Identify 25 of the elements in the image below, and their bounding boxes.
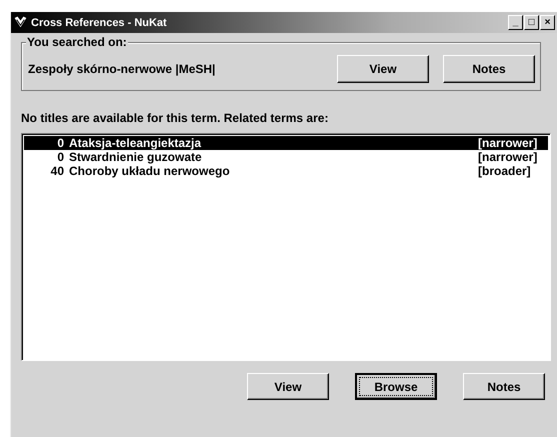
maximize-button[interactable]: □ [524, 15, 539, 30]
action-button[interactable]: View [337, 55, 429, 83]
relation-text: [narrower] [478, 136, 538, 150]
term-row[interactable]: 0 Stwardnienie guzowate [narrower] [24, 150, 548, 164]
searched-term: Zespoły skórno-nerwowe |MeSH| [28, 62, 216, 76]
action-button[interactable]: Notes [443, 55, 535, 83]
term-text: Stwardnienie guzowate [69, 150, 203, 164]
relation-text: [broader] [478, 164, 532, 178]
count-text: 0 [56, 150, 65, 164]
action-button[interactable]: Notes [463, 373, 545, 400]
window-title: Cross References - NuKat [31, 16, 167, 28]
term-row[interactable]: 40 Choroby układu nerwowego [broader] [24, 164, 548, 178]
count-text: 40 [50, 164, 65, 178]
minimize-button[interactable]: _ [508, 15, 523, 30]
close-button[interactable]: × [540, 15, 555, 30]
action-button[interactable]: Browse [355, 373, 437, 400]
action-button[interactable]: View [247, 373, 329, 400]
message-text: No titles are available for this term. Related terms are: [21, 111, 330, 125]
term-text: Choroby układu nerwowego [69, 164, 231, 178]
term-text: Ataksja-teleangiektazja [69, 136, 202, 150]
app-icon [13, 15, 28, 30]
term-row[interactable]: 0 Ataksja-teleangiektazja [narrower] [24, 136, 548, 150]
relation-text: [narrower] [478, 150, 538, 164]
count-text: 0 [56, 136, 65, 150]
group-label: You searched on: [26, 35, 128, 49]
